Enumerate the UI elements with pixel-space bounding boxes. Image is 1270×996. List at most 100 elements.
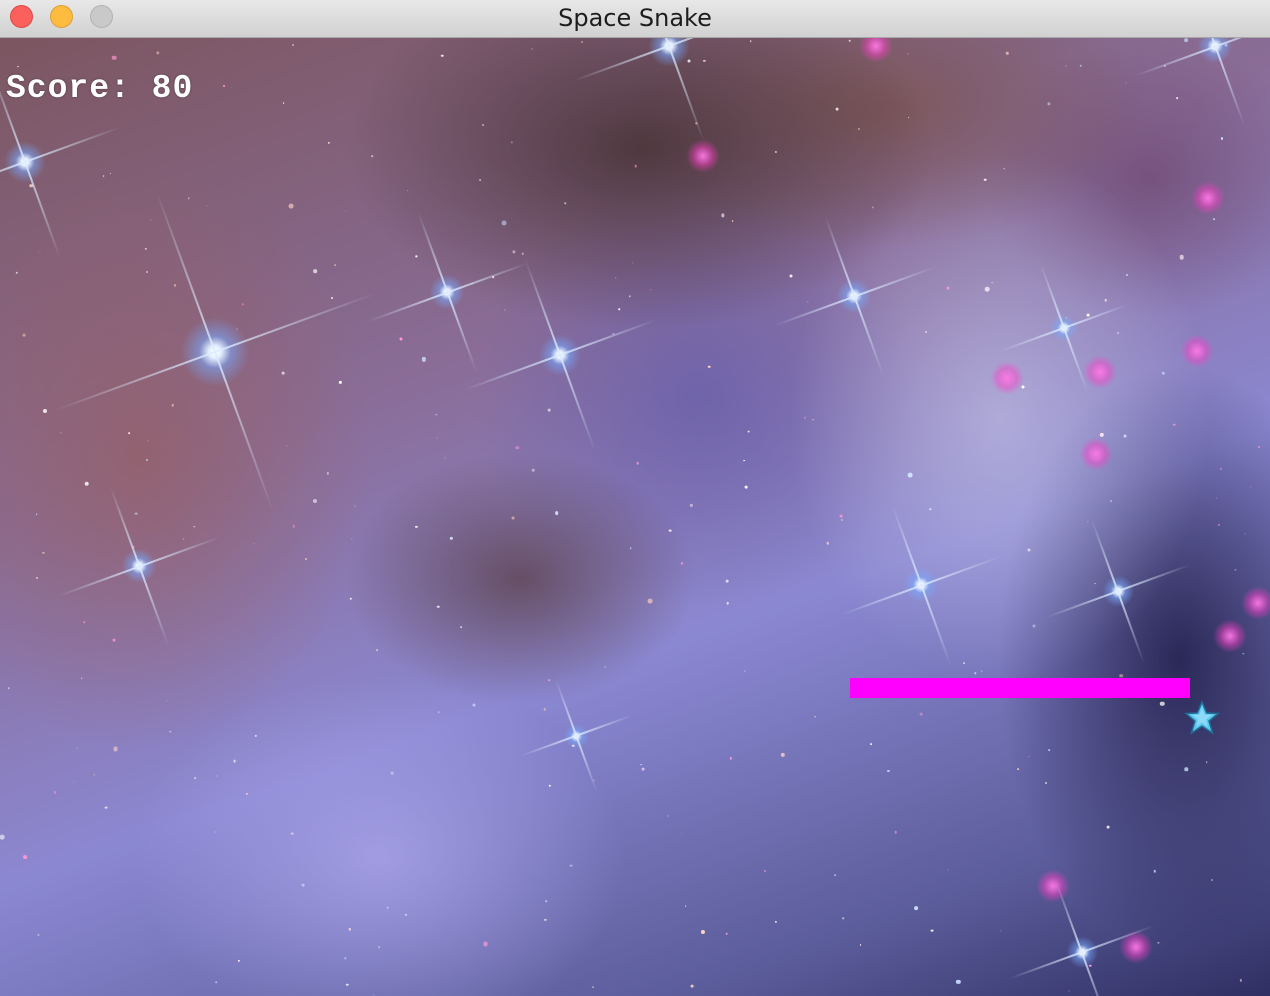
bright-star	[519, 679, 633, 793]
background-star	[1244, 533, 1246, 535]
background-glow	[1191, 181, 1225, 215]
background-star	[331, 296, 334, 299]
background-star	[145, 270, 148, 273]
background-star	[581, 40, 584, 43]
background-star	[93, 774, 95, 776]
background-star	[435, 414, 438, 416]
score-label: Score:	[6, 70, 131, 107]
background-star	[744, 670, 746, 672]
bright-star	[0, 65, 122, 259]
title-bar[interactable]: Space Snake	[0, 0, 1270, 38]
background-star	[290, 832, 294, 836]
star-spike	[59, 536, 220, 597]
background-star	[1094, 582, 1096, 585]
background-star	[42, 552, 45, 555]
background-star	[681, 833, 683, 835]
background-star	[929, 508, 931, 511]
background-star	[947, 869, 949, 871]
background-star	[149, 219, 152, 221]
background-star	[1184, 767, 1188, 771]
background-star	[128, 432, 131, 435]
background-star	[687, 59, 691, 63]
background-star	[700, 930, 706, 935]
background-star	[304, 557, 307, 560]
background-star	[206, 205, 208, 207]
background-star	[894, 831, 898, 834]
bright-star	[463, 258, 657, 452]
background-star	[146, 440, 149, 442]
background-star	[834, 874, 836, 877]
background-star	[483, 941, 488, 947]
background-glow	[1036, 869, 1070, 903]
background-star	[870, 743, 872, 746]
background-star	[725, 932, 728, 936]
background-star	[214, 831, 216, 833]
score-display: Score: 80	[6, 70, 193, 107]
background-star	[812, 418, 814, 421]
background-star	[629, 547, 632, 549]
background-star	[1017, 768, 1019, 771]
background-star	[763, 869, 766, 872]
star-spike	[520, 715, 633, 758]
background-star	[346, 983, 349, 987]
background-star	[668, 529, 672, 532]
background-star	[1242, 653, 1245, 655]
background-star	[182, 538, 185, 540]
background-star	[1021, 385, 1025, 389]
background-star	[104, 806, 108, 809]
background-star	[872, 206, 874, 209]
background-star	[1210, 878, 1213, 881]
background-star	[983, 178, 987, 182]
background-star	[962, 662, 965, 665]
background-star	[543, 708, 546, 711]
background-star	[984, 286, 990, 292]
background-star	[1173, 423, 1176, 426]
window-title: Space Snake	[558, 4, 712, 32]
background-star	[1250, 485, 1252, 488]
background-star	[640, 763, 643, 766]
background-star	[1109, 499, 1112, 502]
background-star	[354, 505, 356, 507]
background-star	[373, 993, 375, 996]
background-star	[292, 524, 295, 528]
background-star	[841, 518, 844, 521]
background-star	[858, 128, 861, 131]
bright-star	[1134, 38, 1270, 127]
background-star	[1065, 65, 1067, 67]
background-star	[726, 602, 729, 605]
background-star	[282, 102, 285, 104]
background-star	[102, 174, 105, 177]
background-star	[1068, 990, 1070, 992]
game-canvas[interactable]: Score: 80	[0, 38, 1270, 996]
background-star	[1153, 869, 1157, 873]
background-star	[386, 906, 390, 909]
star-spike	[1184, 38, 1245, 127]
background-star	[327, 141, 331, 145]
background-star	[35, 513, 38, 515]
background-star	[569, 864, 573, 868]
background-star	[312, 498, 317, 503]
background-star	[326, 472, 330, 475]
background-star	[930, 929, 934, 932]
background-star	[404, 914, 408, 917]
background-star	[349, 597, 353, 601]
background-star	[254, 734, 257, 737]
background-star	[144, 247, 148, 251]
background-star	[1216, 497, 1218, 499]
background-star	[0, 834, 5, 840]
background-star	[344, 957, 346, 959]
background-star	[504, 309, 506, 311]
background-star	[511, 516, 515, 520]
background-star	[15, 271, 19, 275]
bright-star	[572, 38, 766, 143]
background-star	[780, 752, 786, 757]
background-star	[604, 665, 607, 668]
background-star	[436, 605, 440, 609]
background-star	[919, 712, 923, 716]
background-star	[1123, 434, 1127, 438]
background-star	[111, 55, 117, 61]
background-star	[1047, 102, 1051, 106]
background-star	[690, 504, 693, 507]
background-star	[859, 943, 862, 946]
background-star	[215, 981, 218, 983]
